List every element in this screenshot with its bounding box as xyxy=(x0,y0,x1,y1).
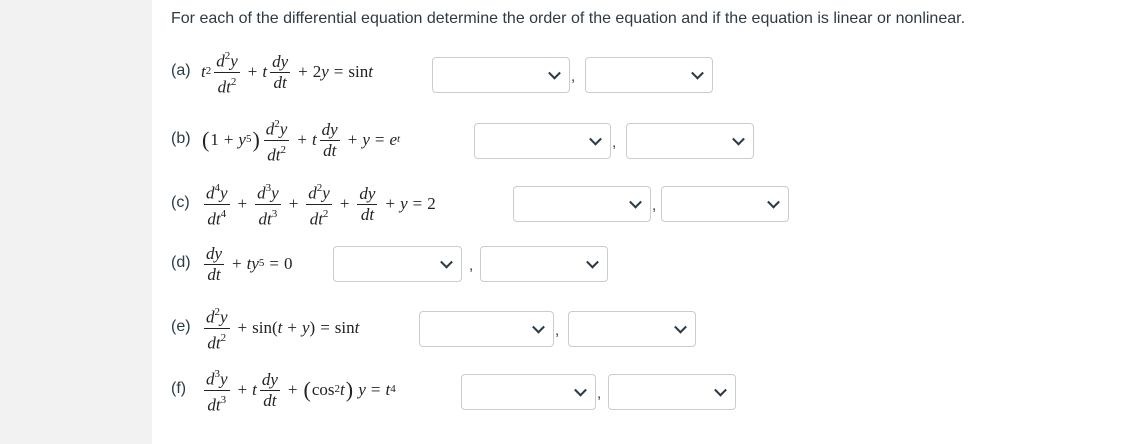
fraction: dy dt xyxy=(259,369,280,410)
chevron-down-icon xyxy=(767,195,780,209)
separator: , xyxy=(571,68,576,85)
order-select-f[interactable] xyxy=(461,374,596,410)
separator: , xyxy=(612,134,617,151)
chevron-down-icon xyxy=(732,132,745,146)
fraction: dy dt xyxy=(357,183,378,224)
fraction: dy dt xyxy=(270,51,291,92)
chevron-down-icon xyxy=(440,255,453,269)
fraction: dy dt xyxy=(319,119,340,160)
chevron-down-icon xyxy=(532,320,545,334)
problem-label: (a) xyxy=(171,62,191,79)
order-select-b[interactable] xyxy=(474,123,611,159)
fraction: d3y dt3 xyxy=(255,181,281,229)
chevron-down-icon xyxy=(691,66,704,80)
order-select-e[interactable] xyxy=(419,311,554,347)
order-select-c[interactable] xyxy=(513,186,651,222)
chevron-down-icon xyxy=(589,132,602,146)
fraction: d2y dt2 xyxy=(204,305,230,353)
linearity-select-c[interactable] xyxy=(661,186,789,222)
problem-label: (d) xyxy=(171,254,191,271)
fraction: d2y dt2 xyxy=(306,181,332,229)
linearity-select-a[interactable] xyxy=(585,57,713,93)
separator: , xyxy=(469,257,474,274)
problem-b: (b) (1 + y 5) d2y dt2 + t dy dt + y = e t xyxy=(171,114,1071,166)
question-instructions: For each of the differential equation de… xyxy=(171,10,966,27)
order-select-d[interactable] xyxy=(333,246,462,282)
separator: , xyxy=(597,385,602,402)
chevron-down-icon xyxy=(548,66,561,80)
linearity-select-b[interactable] xyxy=(626,123,754,159)
problem-label: (b) xyxy=(171,130,191,147)
separator: , xyxy=(652,197,657,214)
equation-f: d3y dt3 + t dy dt +(cos 2 t) y = t 4 xyxy=(204,367,396,415)
equation-b: (1 + y 5) d2y dt2 + t dy dt + y = e t xyxy=(202,117,401,165)
linearity-select-e[interactable] xyxy=(568,311,696,347)
fraction: d2y dt2 xyxy=(263,117,290,165)
fraction: d3y dt3 xyxy=(204,367,230,415)
equation-d: dy dt + ty 5 = 0 xyxy=(204,243,293,284)
order-select-a[interactable] xyxy=(432,57,570,93)
fraction: d2y dt2 xyxy=(214,49,240,97)
problem-label: (c) xyxy=(171,194,190,211)
separator: , xyxy=(555,322,560,339)
chevron-down-icon xyxy=(586,255,599,269)
equation-a: t2 d2y dt2 + t dy dt +2 y = sin t xyxy=(201,49,373,97)
problem-label: (f) xyxy=(171,380,187,397)
linearity-select-d[interactable] xyxy=(480,246,608,282)
equation-e: d2y dt2 + sin(t + y) = sin t xyxy=(204,305,360,353)
chevron-down-icon xyxy=(574,383,587,397)
linearity-select-f[interactable] xyxy=(608,374,736,410)
problem-d: (d) dy dt + ty 5 = 0 xyxy=(171,238,1071,290)
problem-label: (e) xyxy=(171,318,191,335)
chevron-down-icon xyxy=(714,383,727,397)
fraction: d4y dt4 xyxy=(204,181,230,229)
fraction: dy dt xyxy=(204,243,225,284)
chevron-down-icon xyxy=(629,195,642,209)
equation-c: d4y dt4 + d3y dt3 + d2y dt2 + dy dt + y = 2 xyxy=(204,181,436,229)
chevron-down-icon xyxy=(674,320,687,334)
